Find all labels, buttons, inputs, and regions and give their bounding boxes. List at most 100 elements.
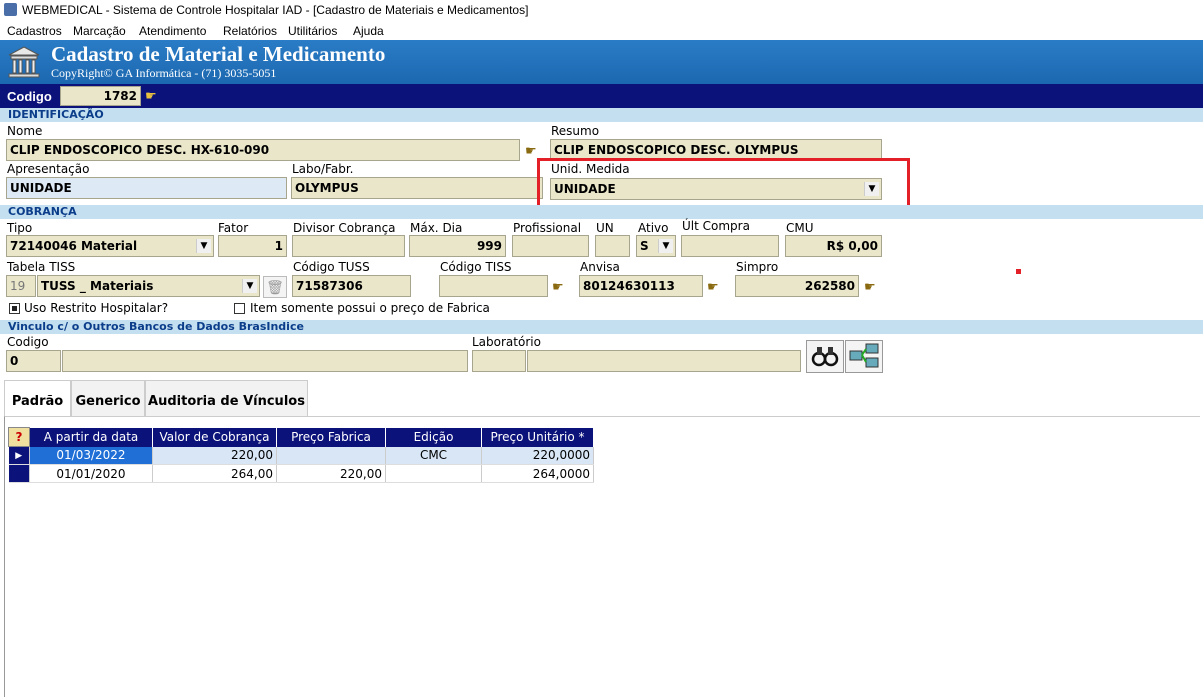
network-computers-icon[interactable] xyxy=(845,340,883,373)
uso-restrito-label: Uso Restrito Hospitalar? xyxy=(24,301,169,315)
cell-edicao[interactable]: CMC xyxy=(385,446,482,465)
ativo-select[interactable]: S ▼ xyxy=(636,235,676,257)
anvisa-pointer-icon[interactable]: ☛ xyxy=(707,280,723,294)
cell-valor[interactable]: 264,00 xyxy=(152,464,277,483)
maxdia-label: Máx. Dia xyxy=(410,221,463,235)
help-icon[interactable]: ? xyxy=(8,427,30,447)
ultcompra-label: Últ Compra xyxy=(682,219,750,233)
codtuss-field[interactable]: 71587306 xyxy=(292,275,411,297)
col-preco-fabrica[interactable]: Preço Fabrica xyxy=(276,427,386,447)
menu-ajuda[interactable]: Ajuda xyxy=(353,24,384,38)
menu-utilitarios[interactable]: Utilitários xyxy=(288,24,337,38)
copyright-text: CopyRight© GA Informática - (71) 3035-50… xyxy=(51,66,277,80)
table-row[interactable]: ▶ 01/03/2022 220,00 CMC 220,0000 xyxy=(8,446,594,465)
page-title: Cadastro de Material e Medicamento xyxy=(51,42,386,66)
menu-cadastros[interactable]: Cadastros xyxy=(7,24,62,38)
codtiss-pointer-icon[interactable]: ☛ xyxy=(552,280,568,294)
menu-marcacao[interactable]: Marcação xyxy=(73,24,126,38)
binoculars-icon[interactable] xyxy=(806,340,844,373)
resumo-label: Resumo xyxy=(551,124,600,138)
trash-icon[interactable]: 🗑 xyxy=(263,276,287,298)
un-field[interactable] xyxy=(595,235,630,257)
tabela-tiss-label: Tabela TISS xyxy=(7,260,76,274)
col-data[interactable]: A partir da data xyxy=(29,427,153,447)
pointer-hand-icon[interactable]: ☛ xyxy=(145,89,161,103)
tabela-tiss-select[interactable]: TUSS _ Materiais ▼ xyxy=(37,275,260,297)
nome-label: Nome xyxy=(7,124,43,138)
tab-auditoria[interactable]: Auditoria de Vínculos xyxy=(145,380,308,416)
table-row[interactable]: 01/01/2020 264,00 220,00 264,0000 xyxy=(8,464,594,483)
maxdia-field[interactable]: 999 xyxy=(409,235,506,257)
simpro-pointer-icon[interactable]: ☛ xyxy=(864,280,880,294)
anvisa-label: Anvisa xyxy=(580,260,620,274)
nome-field[interactable]: CLIP ENDOSCOPICO DESC. HX-610-090 xyxy=(6,139,520,161)
laboratorio-label: Laboratório xyxy=(472,335,541,349)
prices-table: ? A partir da data Valor de Cobrança Pre… xyxy=(8,427,594,483)
table-header-row: ? A partir da data Valor de Cobrança Pre… xyxy=(8,427,594,447)
labo-field[interactable]: OLYMPUS xyxy=(291,177,543,199)
cmu-field[interactable]: R$ 0,00 xyxy=(785,235,882,257)
chevron-down-icon[interactable]: ▼ xyxy=(242,279,257,293)
section-vinculo: Vinculo c/ o Outros Bancos de Dados Bras… xyxy=(0,320,1203,334)
tipo-label: Tipo xyxy=(7,221,33,235)
cell-preco-fabrica[interactable] xyxy=(276,446,386,465)
codtuss-label: Código TUSS xyxy=(293,260,370,274)
divisor-label: Divisor Cobrança xyxy=(293,221,396,235)
labo-label: Labo/Fabr. xyxy=(292,162,354,176)
chevron-down-icon[interactable]: ▼ xyxy=(196,239,211,253)
profissional-label: Profissional xyxy=(513,221,582,235)
building-icon xyxy=(8,46,40,78)
simpro-field[interactable]: 262580 xyxy=(735,275,859,297)
profissional-field[interactable] xyxy=(512,235,589,257)
laboratorio-name-field[interactable] xyxy=(527,350,801,372)
item-fabrica-checkbox[interactable] xyxy=(234,303,245,314)
ativo-label: Ativo xyxy=(638,221,669,235)
cell-preco-unitario[interactable]: 264,0000 xyxy=(481,464,594,483)
window-title: WEBMEDICAL - Sistema de Controle Hospita… xyxy=(22,3,529,17)
menu-relatorios[interactable]: Relatórios xyxy=(223,24,277,38)
item-fabrica-label: Item somente possui o preço de Fabrica xyxy=(250,301,490,315)
cell-data[interactable]: 01/03/2022 xyxy=(29,446,153,465)
row-selected-indicator: ▶ xyxy=(8,446,30,465)
tabela-tiss-num[interactable]: 19 xyxy=(6,275,36,297)
simpro-label: Simpro xyxy=(736,260,779,274)
vinculo-codigo-field[interactable]: 0 xyxy=(6,350,61,372)
tab-strip: Padrão Generico Auditoria de Vínculos xyxy=(4,380,1200,416)
anvisa-field[interactable]: 80124630113 xyxy=(579,275,703,297)
uso-restrito-checkbox[interactable] xyxy=(9,303,20,314)
cell-data[interactable]: 01/01/2020 xyxy=(29,464,153,483)
tab-padrao[interactable]: Padrão xyxy=(4,380,71,416)
col-valor-cobranca[interactable]: Valor de Cobrança xyxy=(152,427,277,447)
cell-valor[interactable]: 220,00 xyxy=(152,446,277,465)
title-bar: WEBMEDICAL - Sistema de Controle Hospita… xyxy=(0,0,1203,20)
section-cobranca: COBRANÇA xyxy=(0,205,1203,219)
cell-preco-unitario[interactable]: 220,0000 xyxy=(481,446,594,465)
cell-preco-fabrica[interactable]: 220,00 xyxy=(276,464,386,483)
divisor-field[interactable] xyxy=(292,235,405,257)
fator-label: Fator xyxy=(218,221,249,235)
codigo-label: Codigo xyxy=(7,89,52,104)
chevron-down-icon[interactable]: ▼ xyxy=(658,239,673,253)
fator-field[interactable]: 1 xyxy=(218,235,287,257)
col-preco-unitario[interactable]: Preço Unitário * xyxy=(481,427,594,447)
red-marker xyxy=(1016,269,1021,274)
ultcompra-field[interactable] xyxy=(681,235,779,257)
codtiss-label: Código TISS xyxy=(440,260,512,274)
menu-bar: Cadastros Marcação Atendimento Relatório… xyxy=(0,20,1203,40)
codtiss-field[interactable] xyxy=(439,275,548,297)
cmu-label: CMU xyxy=(786,221,814,235)
apresentacao-field[interactable]: UNIDADE xyxy=(6,177,287,199)
tipo-select[interactable]: 72140046 Material ▼ xyxy=(6,235,214,257)
codigo-field[interactable]: 1782 xyxy=(60,86,141,106)
cell-edicao[interactable] xyxy=(385,464,482,483)
nome-pointer-icon[interactable]: ☛ xyxy=(525,144,541,158)
menu-atendimento[interactable]: Atendimento xyxy=(139,24,206,38)
tab-generico[interactable]: Generico xyxy=(71,380,145,416)
laboratorio-code-field[interactable] xyxy=(472,350,526,372)
un-label: UN xyxy=(596,221,614,235)
row-indicator xyxy=(8,464,30,483)
vinculo-descricao-field[interactable] xyxy=(62,350,468,372)
header-banner: Cadastro de Material e Medicamento CopyR… xyxy=(0,40,1203,84)
col-edicao[interactable]: Edição xyxy=(385,427,482,447)
apresentacao-label: Apresentação xyxy=(7,162,90,176)
